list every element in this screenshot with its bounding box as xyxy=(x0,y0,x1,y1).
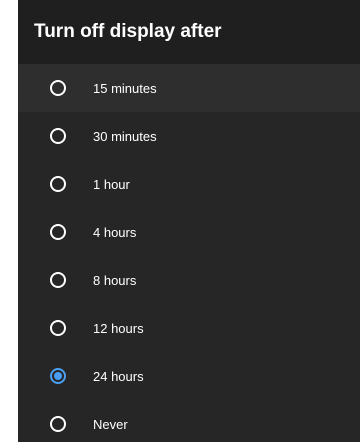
option-label: 4 hours xyxy=(93,224,137,240)
option-4-hours[interactable]: 4 hours xyxy=(18,208,360,256)
radio-button-selected-icon[interactable] xyxy=(50,368,66,384)
dialog-header: Turn off display after xyxy=(18,0,360,64)
radio-button-icon[interactable] xyxy=(50,80,66,96)
option-label: 12 hours xyxy=(93,320,144,336)
option-label: 24 hours xyxy=(93,368,144,384)
option-12-hours[interactable]: 12 hours xyxy=(18,304,360,352)
radio-button-icon[interactable] xyxy=(50,176,66,192)
option-30-minutes[interactable]: 30 minutes xyxy=(18,112,360,160)
option-24-hours[interactable]: 24 hours xyxy=(18,352,360,400)
option-label: 8 hours xyxy=(93,272,137,288)
radio-button-icon[interactable] xyxy=(50,416,66,432)
option-1-hour[interactable]: 1 hour xyxy=(18,160,360,208)
timeout-options-list: 15 minutes 30 minutes 1 hour 4 hours 8 h… xyxy=(18,64,360,448)
dialog-title: Turn off display after xyxy=(34,21,222,42)
radio-button-icon[interactable] xyxy=(50,128,66,144)
display-timeout-dialog: Turn off display after 15 minutes 30 min… xyxy=(18,0,360,442)
radio-button-icon[interactable] xyxy=(50,272,66,288)
option-label: 30 minutes xyxy=(93,128,157,144)
option-15-minutes[interactable]: 15 minutes xyxy=(18,64,360,112)
radio-button-icon[interactable] xyxy=(50,320,66,336)
option-label: 15 minutes xyxy=(93,80,157,96)
option-never[interactable]: Never xyxy=(18,400,360,448)
option-label: Never xyxy=(93,416,128,432)
option-8-hours[interactable]: 8 hours xyxy=(18,256,360,304)
option-label: 1 hour xyxy=(93,176,130,192)
radio-button-icon[interactable] xyxy=(50,224,66,240)
